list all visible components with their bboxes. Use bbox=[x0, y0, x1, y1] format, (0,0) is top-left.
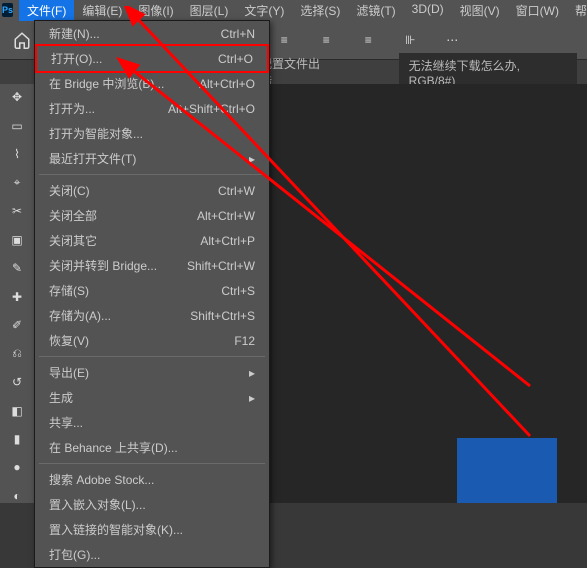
menu-item-label: 存储(S) bbox=[49, 282, 89, 299]
brush-tool-icon[interactable]: ✐ bbox=[6, 318, 28, 332]
gradient-tool-icon[interactable]: ▮ bbox=[6, 432, 28, 446]
ps-logo: Ps bbox=[2, 3, 13, 17]
marquee-tool-icon[interactable]: ▭ bbox=[6, 118, 28, 132]
menu-item-label: 关闭(C) bbox=[49, 182, 90, 199]
menu-item-label: 关闭其它 bbox=[49, 232, 97, 249]
menu-item-label: 在 Bridge 中浏览(B)... bbox=[49, 75, 164, 92]
menu-item-label: 关闭并转到 Bridge... bbox=[49, 257, 157, 274]
menu-item[interactable]: 关闭其它 Alt+Ctrl+P bbox=[35, 228, 269, 253]
frame-tool-icon[interactable]: ▣ bbox=[6, 233, 28, 247]
menu-item-shortcut: Ctrl+S bbox=[221, 284, 255, 298]
menu-item-label: 置入链接的智能对象(K)... bbox=[49, 521, 183, 538]
menu-item-shortcut: Alt+Ctrl+O bbox=[199, 77, 255, 91]
menu-图像i[interactable]: 图像(I) bbox=[130, 0, 181, 21]
menu-item-label: 共享... bbox=[49, 414, 83, 431]
menu-item-label: 在 Behance 上共享(D)... bbox=[49, 439, 178, 456]
menu-item[interactable]: 最近打开文件(T) ▸ bbox=[35, 146, 269, 171]
menu-item-shortcut: Shift+Ctrl+S bbox=[190, 309, 255, 323]
menu-item-label: 打开为... bbox=[49, 100, 95, 117]
menu-item[interactable]: 在 Behance 上共享(D)... bbox=[35, 435, 269, 460]
menu-item-shortcut: Ctrl+N bbox=[221, 27, 255, 41]
menu-编辑e[interactable]: 编辑(E) bbox=[74, 0, 130, 21]
menu-item-label: 打开(O)... bbox=[51, 50, 102, 67]
menu-item-label: 关闭全部 bbox=[49, 207, 97, 224]
menu-item[interactable]: 生成 ▸ bbox=[35, 385, 269, 410]
tools-panel: ✥ ▭ ⌇ ⌖ ✂ ▣ ✎ ✚ ✐ ⎌ ↺ ◧ ▮ ● ◐ bbox=[0, 84, 34, 503]
menu-item[interactable]: 打开为智能对象... bbox=[35, 121, 269, 146]
menu-item-label: 新建(N)... bbox=[49, 25, 100, 42]
menu-文件f[interactable]: 文件(F) bbox=[19, 0, 74, 21]
healing-tool-icon[interactable]: ✚ bbox=[6, 289, 28, 303]
menu-item[interactable]: 导出(E) ▸ bbox=[35, 360, 269, 385]
menu-item[interactable]: 搜索 Adobe Stock... bbox=[35, 467, 269, 492]
file-menu-dropdown: 新建(N)... Ctrl+N 打开(O)... Ctrl+O 在 Bridge 中浏览… bbox=[34, 20, 270, 568]
menu-滤镜t[interactable]: 滤镜(T) bbox=[348, 0, 403, 21]
menu-3dd[interactable]: 3D(D) bbox=[404, 0, 452, 21]
dodge-tool-icon[interactable]: ◐ bbox=[6, 489, 28, 503]
distribute-icon[interactable]: ⊪ bbox=[396, 26, 424, 54]
menu-item-shortcut: Ctrl+W bbox=[218, 184, 255, 198]
menu-item[interactable]: 关闭并转到 Bridge... Shift+Ctrl+W bbox=[35, 253, 269, 278]
menu-item-shortcut: Alt+Shift+Ctrl+O bbox=[168, 102, 255, 116]
menu-视图v[interactable]: 视图(V) bbox=[452, 0, 508, 21]
eyedropper-tool-icon[interactable]: ✎ bbox=[6, 261, 28, 275]
move-tool-icon[interactable]: ✥ bbox=[6, 90, 28, 104]
clone-stamp-tool-icon[interactable]: ⎌ bbox=[6, 346, 28, 361]
menu-帮助h[interactable]: 帮助(H) bbox=[567, 0, 587, 21]
menu-separator bbox=[39, 356, 265, 357]
menu-item-label: 最近打开文件(T) bbox=[49, 150, 136, 167]
menu-item[interactable]: 打开(O)... Ctrl+O bbox=[35, 44, 269, 73]
menu-item-label: 置入嵌入对象(L)... bbox=[49, 496, 146, 513]
menu-item[interactable]: 新建(N)... Ctrl+N bbox=[35, 21, 269, 46]
submenu-arrow-icon: ▸ bbox=[249, 366, 255, 380]
menu-窗口w[interactable]: 窗口(W) bbox=[508, 0, 567, 21]
menu-item: 打包(G)... bbox=[35, 542, 269, 567]
menu-item[interactable]: 打开为... Alt+Shift+Ctrl+O bbox=[35, 96, 269, 121]
menu-item-label: 打包(G)... bbox=[49, 546, 100, 563]
quick-select-tool-icon[interactable]: ⌖ bbox=[6, 175, 28, 190]
align-right-icon[interactable]: ≡ bbox=[312, 26, 340, 54]
menu-item-shortcut: Shift+Ctrl+W bbox=[187, 259, 255, 273]
menu-item-shortcut: Alt+Ctrl+W bbox=[197, 209, 255, 223]
menu-item-label: 导出(E) bbox=[49, 364, 89, 381]
menu-item[interactable]: 置入嵌入对象(L)... bbox=[35, 492, 269, 517]
menu-separator bbox=[39, 174, 265, 175]
menu-选择s[interactable]: 选择(S) bbox=[292, 0, 348, 21]
menu-item[interactable]: 置入链接的智能对象(K)... bbox=[35, 517, 269, 542]
menu-item-shortcut: F12 bbox=[234, 334, 255, 348]
menu-item[interactable]: 存储(S) Ctrl+S bbox=[35, 278, 269, 303]
lasso-tool-icon[interactable]: ⌇ bbox=[6, 147, 28, 161]
menu-item-shortcut: Alt+Ctrl+P bbox=[200, 234, 255, 248]
menu-item[interactable]: 关闭(C) Ctrl+W bbox=[35, 178, 269, 203]
crop-tool-icon[interactable]: ✂ bbox=[6, 204, 28, 218]
menu-separator bbox=[39, 463, 265, 464]
history-brush-tool-icon[interactable]: ↺ bbox=[6, 375, 28, 389]
menu-item[interactable]: 存储为(A)... Shift+Ctrl+S bbox=[35, 303, 269, 328]
menu-item-shortcut: Ctrl+O bbox=[218, 52, 253, 66]
menu-item-label: 搜索 Adobe Stock... bbox=[49, 471, 154, 488]
more-options-icon[interactable]: ⋯ bbox=[438, 26, 466, 54]
submenu-arrow-icon: ▸ bbox=[249, 391, 255, 405]
menu-item-label: 存储为(A)... bbox=[49, 307, 111, 324]
menu-item-label: 生成 bbox=[49, 389, 73, 406]
menu-item[interactable]: 恢复(V) F12 bbox=[35, 328, 269, 353]
align-center-icon[interactable]: ≡ bbox=[270, 26, 298, 54]
menu-item[interactable]: 关闭全部 Alt+Ctrl+W bbox=[35, 203, 269, 228]
menubar: Ps 文件(F)编辑(E)图像(I)图层(L)文字(Y)选择(S)滤镜(T)3D… bbox=[0, 0, 587, 20]
menu-图层l[interactable]: 图层(L) bbox=[182, 0, 237, 21]
home-icon[interactable] bbox=[8, 26, 36, 54]
blur-tool-icon[interactable]: ● bbox=[6, 460, 28, 474]
submenu-arrow-icon: ▸ bbox=[249, 152, 255, 166]
menu-item[interactable]: 在 Bridge 中浏览(B)... Alt+Ctrl+O bbox=[35, 71, 269, 96]
menu-item[interactable]: 共享... bbox=[35, 410, 269, 435]
menu-item-label: 恢复(V) bbox=[49, 332, 89, 349]
menu-item-label: 打开为智能对象... bbox=[49, 125, 143, 142]
menu-文字y[interactable]: 文字(Y) bbox=[236, 0, 292, 21]
document-preview bbox=[457, 438, 557, 503]
eraser-tool-icon[interactable]: ◧ bbox=[6, 404, 28, 418]
align-top-icon[interactable]: ≡ bbox=[354, 26, 382, 54]
